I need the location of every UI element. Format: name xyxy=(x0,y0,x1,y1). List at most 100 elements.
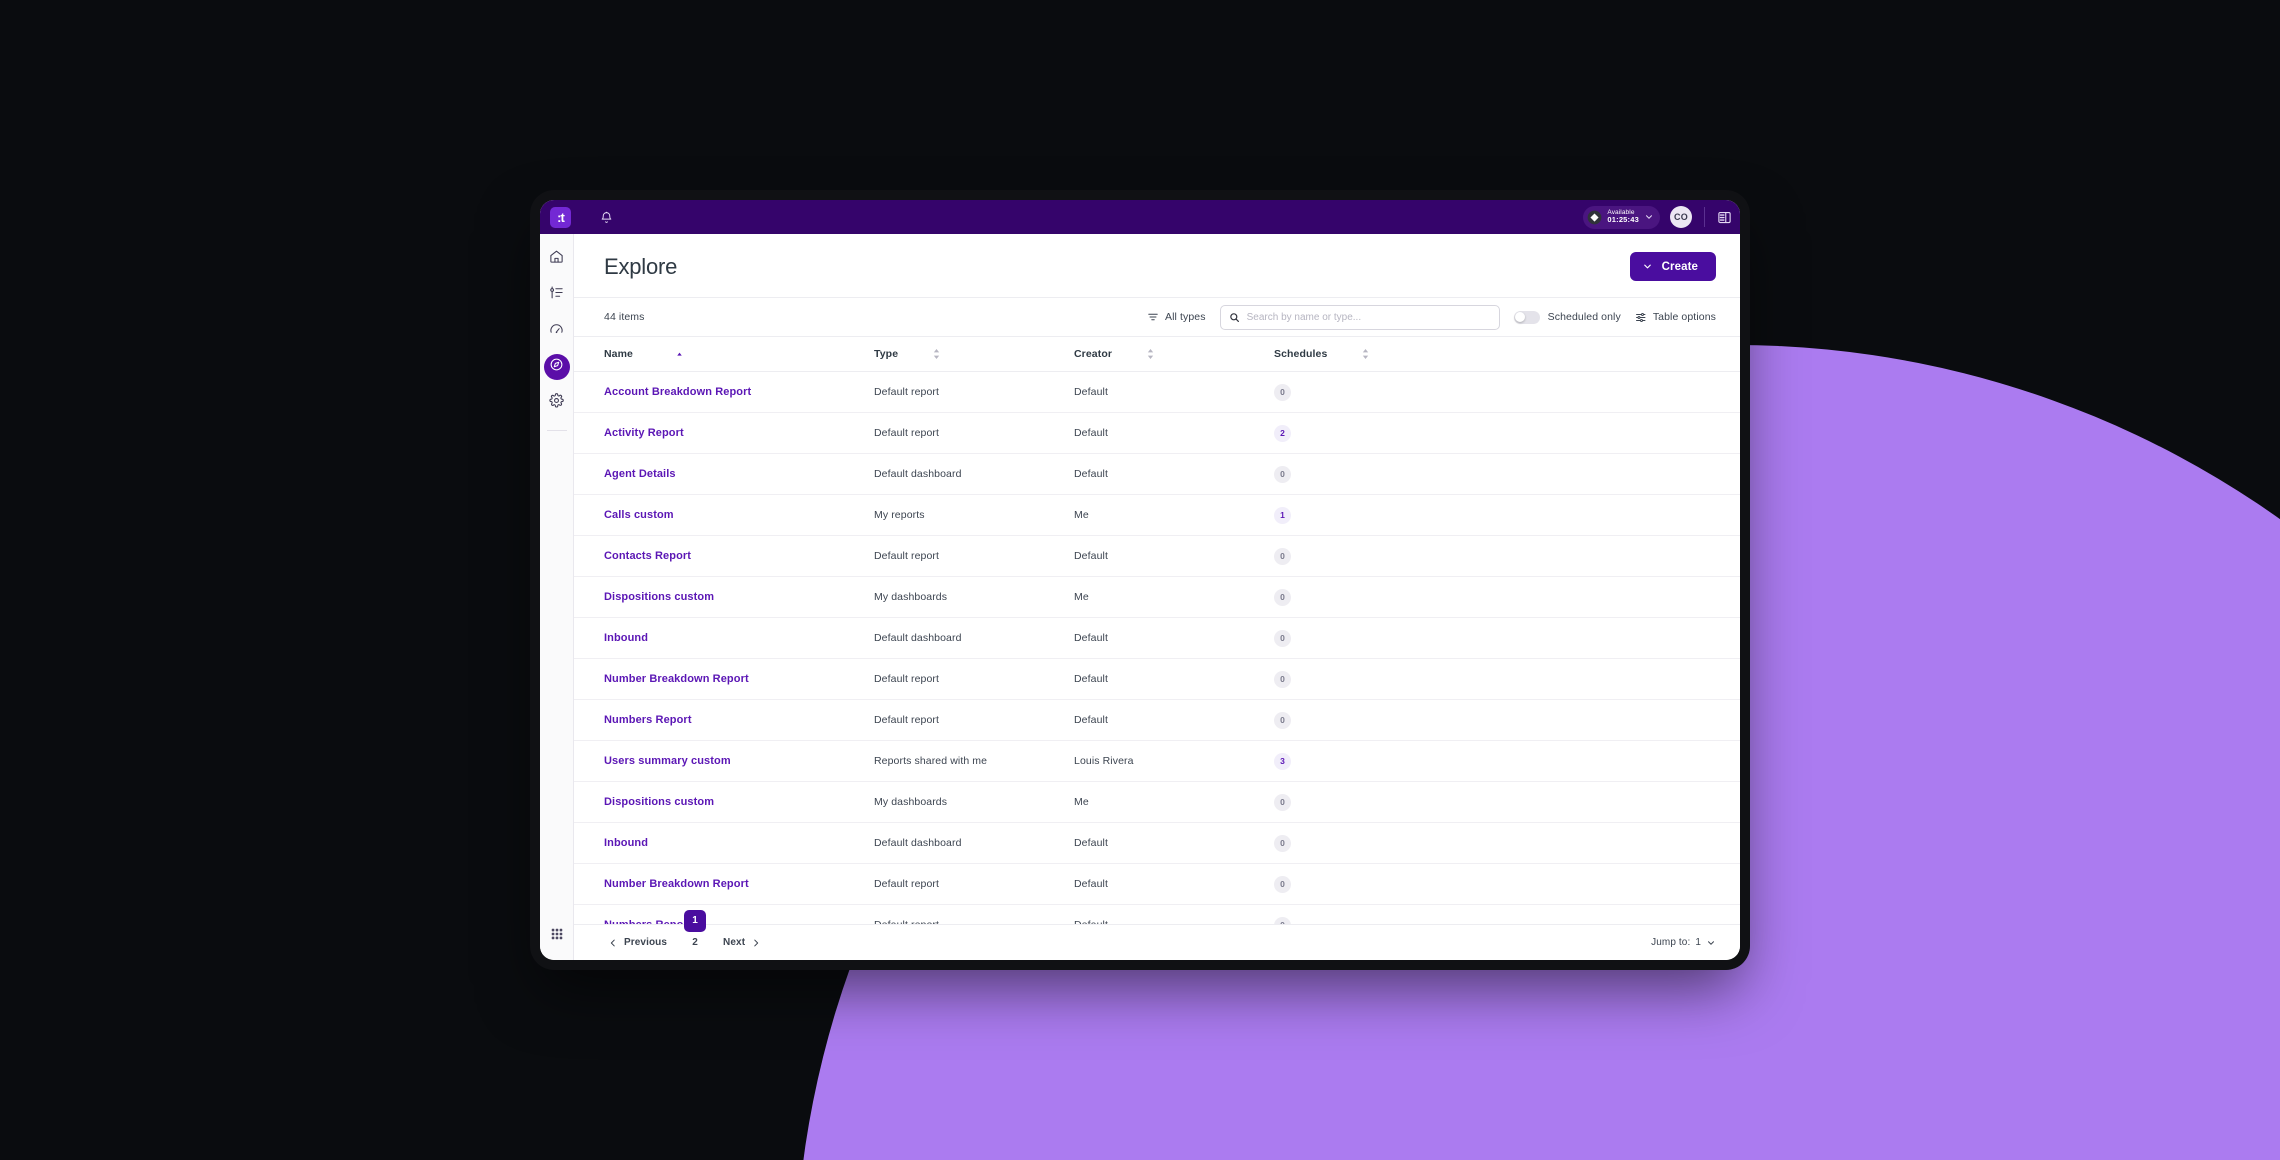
row-schedules: 0 xyxy=(1274,453,1740,495)
column-header-schedules[interactable]: Schedules xyxy=(1274,337,1740,372)
status-diamond-icon xyxy=(1587,210,1602,225)
sort-none-icon[interactable] xyxy=(1361,348,1370,360)
sort-asc-icon[interactable] xyxy=(675,350,684,359)
row-name-link[interactable]: Number Breakdown Report xyxy=(574,658,874,700)
row-type: Default report xyxy=(874,863,1074,905)
row-name-link[interactable]: Dispositions custom xyxy=(574,781,874,823)
row-creator: Default xyxy=(1074,822,1274,864)
sort-none-icon[interactable] xyxy=(1146,348,1155,360)
row-type: Default report xyxy=(874,371,1074,413)
row-name-link[interactable]: Number Breakdown Report xyxy=(574,863,874,905)
agent-status-pill[interactable]: Available 01:25:43 xyxy=(1583,205,1660,229)
table-row[interactable]: Calls custom My reports Me 1 xyxy=(574,494,1740,536)
table-row[interactable]: Account Breakdown Report Default report De… xyxy=(574,371,1740,413)
sidebar-item-settings[interactable] xyxy=(544,390,570,416)
side-panel-toggle-icon[interactable] xyxy=(1717,210,1732,225)
filter-icon xyxy=(1147,311,1159,323)
row-creator: Default xyxy=(1074,371,1274,413)
jump-to-label: Jump to: xyxy=(1651,937,1691,948)
schedules-badge: 0 xyxy=(1274,547,1291,565)
all-types-label: All types xyxy=(1165,311,1206,323)
row-schedules: 0 xyxy=(1274,904,1740,924)
chevron-down-icon[interactable] xyxy=(1644,212,1655,222)
table-row[interactable]: Dispositions custom My dashboards Me 0 xyxy=(574,781,1740,823)
sidebar-divider xyxy=(546,430,567,431)
chevron-left-icon xyxy=(608,938,618,948)
schedules-badge: 3 xyxy=(1274,752,1291,770)
sidebar-item-apps[interactable] xyxy=(550,927,564,946)
row-schedules: 0 xyxy=(1274,863,1740,905)
previous-page-button[interactable]: Previous xyxy=(600,932,675,954)
row-creator: Default xyxy=(1074,412,1274,454)
brand-logo-icon[interactable]: :t xyxy=(550,206,571,228)
row-name-link[interactable]: Numbers Report xyxy=(574,699,874,741)
row-schedules: 2 xyxy=(1274,412,1740,454)
row-name-link[interactable]: Users summary custom xyxy=(574,740,874,782)
sidebar-item-performance[interactable] xyxy=(544,318,570,344)
schedules-badge: 0 xyxy=(1274,588,1291,606)
page-number-button[interactable]: 1 xyxy=(684,909,707,932)
row-name-link[interactable]: Inbound xyxy=(574,617,874,659)
scheduled-only-toggle[interactable]: Scheduled only xyxy=(1513,310,1621,324)
row-creator: Me xyxy=(1074,494,1274,536)
page-number-button[interactable]: 3 xyxy=(684,954,706,960)
row-name-link[interactable]: Inbound xyxy=(574,822,874,864)
page-number-list: 123 xyxy=(679,909,711,960)
sidebar-item-activity[interactable] xyxy=(544,282,570,308)
column-label-name: Name xyxy=(604,348,633,360)
gauge-icon xyxy=(549,321,564,341)
row-type: Default report xyxy=(874,658,1074,700)
row-name-link[interactable]: Contacts Report xyxy=(574,535,874,577)
table-row[interactable]: Number Breakdown Report Default report Def… xyxy=(574,863,1740,905)
row-name-link[interactable]: Agent Details xyxy=(574,453,874,495)
sidebar-item-explore[interactable] xyxy=(543,354,570,380)
brand-logo-text: :t xyxy=(557,209,565,225)
pagination: Previous 123 Next xyxy=(600,909,769,960)
table-options-button[interactable]: Table options xyxy=(1635,311,1716,323)
table-row[interactable]: Inbound Default dashboard Default 0 xyxy=(574,822,1740,864)
page-number-button[interactable]: 2 xyxy=(684,932,706,954)
schedules-badge: 0 xyxy=(1274,916,1291,924)
next-page-button[interactable]: Next xyxy=(715,932,769,954)
status-timer: 01:25:43 xyxy=(1607,215,1639,225)
table-row[interactable]: Number Breakdown Report Default report Def… xyxy=(574,658,1740,700)
table-container: Name Type Creator Schedules Account Brea… xyxy=(574,337,1740,924)
toggle-knob xyxy=(1515,312,1526,322)
table-row[interactable]: Dispositions custom My dashboards Me 0 xyxy=(574,576,1740,618)
window-body: Explore Create 44 items All types Search… xyxy=(540,234,1740,960)
column-header-creator[interactable]: Creator xyxy=(1074,337,1274,372)
create-button[interactable]: Create xyxy=(1629,252,1716,281)
table-row[interactable]: Users summary custom Reports shared with … xyxy=(574,740,1740,782)
sliders-icon xyxy=(1635,311,1647,323)
notification-bell-icon[interactable] xyxy=(595,206,617,228)
sort-none-icon[interactable] xyxy=(932,348,941,360)
column-header-name[interactable]: Name xyxy=(574,337,874,372)
top-bar-divider xyxy=(1704,207,1705,227)
row-creator: Louis Rivera xyxy=(1074,740,1274,782)
toolbar-controls: All types Scheduled only xyxy=(1147,304,1716,330)
search-input[interactable] xyxy=(1246,311,1491,323)
sidebar-item-home[interactable] xyxy=(544,246,570,272)
toggle-switch[interactable] xyxy=(1513,310,1540,324)
tasks-list-icon xyxy=(549,285,564,305)
table-row[interactable]: Inbound Default dashboard Default 0 xyxy=(574,617,1740,659)
search-box[interactable] xyxy=(1219,304,1500,330)
row-name-link[interactable]: Dispositions custom xyxy=(574,576,874,618)
row-type: Default dashboard xyxy=(874,617,1074,659)
row-name-link[interactable]: Account Breakdown Report xyxy=(574,371,874,413)
search-icon xyxy=(1229,312,1240,323)
row-name-link[interactable]: Activity Report xyxy=(574,412,874,454)
column-header-type[interactable]: Type xyxy=(874,337,1074,372)
chevron-down-icon[interactable] xyxy=(1706,938,1716,948)
table-row[interactable]: Numbers ReportDefault reportDefault0 xyxy=(574,699,1740,741)
table-row[interactable]: Agent Details Default dashboard Default 0 xyxy=(574,453,1740,495)
row-name-link[interactable]: Calls custom xyxy=(574,494,874,536)
jump-to-page[interactable]: Jump to: 1 xyxy=(1651,937,1716,948)
column-label-type: Type xyxy=(874,348,899,360)
table-toolbar: 44 items All types Search by name or typ… xyxy=(574,297,1740,337)
table-row[interactable]: Contacts Report Default report Default 0 xyxy=(574,535,1740,577)
table-row[interactable]: Activity Report Default report Default 2 xyxy=(574,412,1740,454)
row-type: Default dashboard xyxy=(874,453,1074,495)
all-types-filter-button[interactable]: All types xyxy=(1147,311,1206,323)
avatar[interactable]: CO xyxy=(1670,206,1692,228)
